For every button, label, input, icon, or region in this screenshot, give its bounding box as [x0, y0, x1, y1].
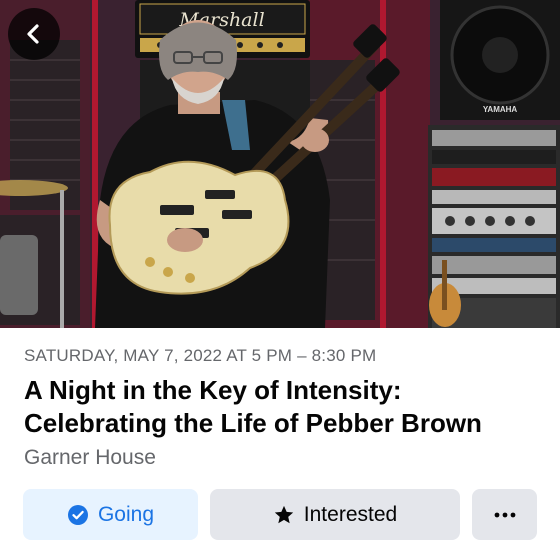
- check-circle-icon: [67, 504, 89, 526]
- event-action-bar: Going Interested: [23, 489, 537, 540]
- star-icon: [273, 504, 295, 526]
- interested-button[interactable]: Interested: [210, 489, 460, 540]
- speaker-logo: YAMAHA: [483, 105, 518, 114]
- more-options-button[interactable]: [472, 489, 537, 540]
- event-cover-photo: Marshall YAMAHA: [0, 0, 560, 328]
- event-details: SATURDAY, MAY 7, 2022 AT 5 PM – 8:30 PM …: [24, 346, 540, 470]
- more-horizontal-icon: [494, 512, 515, 517]
- going-label: Going: [97, 502, 155, 526]
- event-title: A Night in the Key of Intensity: Celebra…: [24, 375, 482, 438]
- event-date-time: SATURDAY, MAY 7, 2022 AT 5 PM – 8:30 PM: [24, 346, 377, 365]
- back-button[interactable]: [8, 8, 60, 60]
- event-venue[interactable]: Garner House: [24, 446, 540, 470]
- going-button[interactable]: Going: [23, 489, 198, 540]
- interested-label: Interested: [303, 502, 398, 526]
- chevron-left-icon: [27, 24, 39, 44]
